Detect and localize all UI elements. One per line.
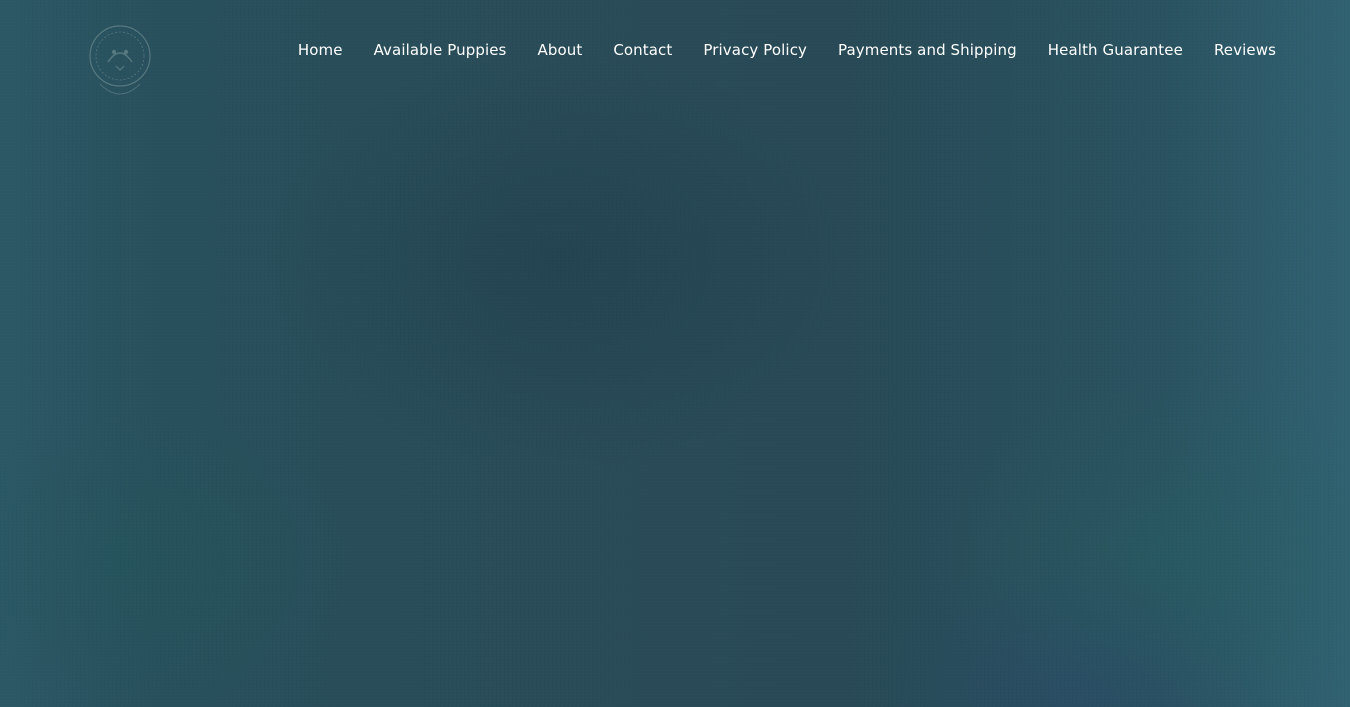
hero-background xyxy=(0,0,1350,707)
nav-item-about[interactable]: About xyxy=(537,36,582,64)
main-nav: Home Available Puppies About Contact Pri… xyxy=(298,36,1276,64)
nav-item-contact[interactable]: Contact xyxy=(613,36,672,64)
circular-seal-logo-icon xyxy=(89,25,151,95)
nav-item-health-guarantee[interactable]: Health Guarantee xyxy=(1048,36,1183,64)
site-logo[interactable] xyxy=(78,22,162,106)
site-header: Home Available Puppies About Contact Pri… xyxy=(0,0,1350,100)
nav-item-reviews[interactable]: Reviews xyxy=(1214,36,1276,64)
nav-item-privacy-policy[interactable]: Privacy Policy xyxy=(703,36,807,64)
hero-texture xyxy=(0,0,1350,707)
nav-item-available-puppies[interactable]: Available Puppies xyxy=(374,36,507,64)
nav-item-home[interactable]: Home xyxy=(298,36,343,64)
nav-item-payments-and-shipping[interactable]: Payments and Shipping xyxy=(838,36,1017,64)
